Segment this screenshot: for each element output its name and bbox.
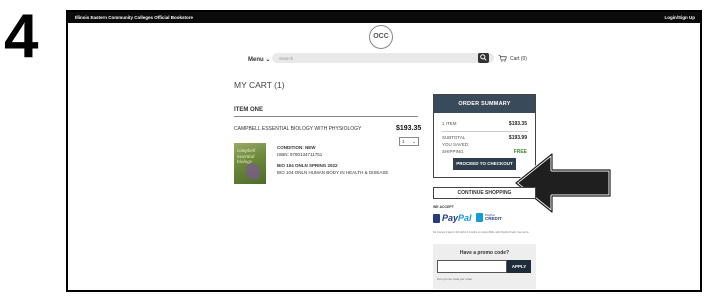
store-logo[interactable]: OCC (369, 25, 393, 49)
site-title: Illinois Eastern Community Colleges Offi… (75, 15, 194, 20)
summary-items-value: $193.35 (508, 121, 527, 127)
login-signup-link[interactable]: Login/Sign Up (665, 15, 696, 20)
paypal-credit-icon (476, 213, 483, 222)
shipping-label: SHIPPING (442, 149, 464, 154)
promo-code-note: One promo code per order (437, 277, 473, 281)
cart-icon (498, 55, 507, 62)
divider (234, 116, 418, 117)
paypal-text-pay: Pay (442, 213, 459, 223)
book-cover-image[interactable]: campbell essential biology (234, 143, 266, 184)
search-button[interactable] (478, 53, 489, 63)
apply-promo-button[interactable]: APPLY (507, 260, 531, 273)
cart-link[interactable]: Cart (0) (498, 55, 527, 62)
cart-label: Cart (0) (510, 55, 527, 62)
summary-items-label: 1 ITEM (442, 121, 457, 126)
product-isbn: ISBN: 9780134711751 (277, 151, 323, 157)
course-name: BIO 104 ONLN HUMAN BODY IN HEALTH & DISE… (277, 169, 389, 175)
product-price: $193.35 (396, 125, 422, 132)
item-heading: ITEM ONE (234, 107, 264, 113)
promo-code-input[interactable] (437, 260, 507, 273)
course-code: BIO 104 ONLN SPRING 2022 (277, 163, 338, 168)
menu-label: Menu (248, 57, 264, 63)
paypal-credit-logo: PayPal CREDIT (476, 213, 526, 225)
promo-code-panel: Have a promo code? APPLY One promo code … (433, 244, 536, 289)
menu-button[interactable]: Menu ⌄ (248, 56, 270, 63)
browser-screenshot: Illinois Eastern Community Colleges Offi… (66, 10, 702, 292)
divider (442, 131, 528, 132)
subtotal-value: $193.99 (508, 135, 527, 141)
product-condition: CONDITION: NEW (277, 145, 316, 150)
chevron-down-icon: ⌄ (412, 139, 416, 144)
paypal-fine-print: No Interest if paid in full within 6 mon… (433, 231, 530, 234)
paypal-credit-label: CREDIT (485, 215, 502, 221)
paypal-logo: PayPal (433, 213, 472, 224)
paypal-text-pal: Pal (458, 213, 472, 223)
product-details: CONDITION: NEW ISBN: 9780134711751 (277, 145, 322, 159)
cart-heading: MY CART (1) (234, 80, 285, 90)
step-number: 4 (4, 2, 39, 71)
paypal-icon (433, 214, 440, 224)
subtotal-label: SUBTOTAL (442, 135, 466, 140)
cover-bird-graphic (246, 163, 260, 179)
course-details: BIO 104 ONLN SPRING 2022 BIO 104 ONLN HU… (277, 163, 388, 177)
continue-shopping-button[interactable]: CONTINUE SHOPPING (433, 187, 536, 199)
logo-text: OCC (373, 33, 389, 40)
order-summary-heading: ORDER SUMMARY (434, 95, 535, 113)
chevron-down-icon: ⌄ (265, 57, 271, 63)
search-input[interactable]: Search (272, 53, 494, 63)
top-bar: Illinois Eastern Community Colleges Offi… (68, 12, 700, 23)
saved-label: YOU SAVED: (442, 142, 470, 147)
quantity-value: 1 (402, 139, 405, 144)
search-icon (480, 53, 487, 61)
pointer-arrow-icon (514, 152, 612, 214)
promo-code-label: Have a promo code? (459, 250, 510, 256)
we-accept-label: WE ACCEPT (433, 205, 454, 209)
product-title[interactable]: CAMPBELL ESSENTIAL BIOLOGY WITH PHYSIOLO… (234, 126, 361, 132)
quantity-select[interactable]: 1 ⌄ (399, 137, 419, 146)
proceed-to-checkout-button[interactable]: PROCEED TO CHECKOUT (453, 158, 516, 170)
